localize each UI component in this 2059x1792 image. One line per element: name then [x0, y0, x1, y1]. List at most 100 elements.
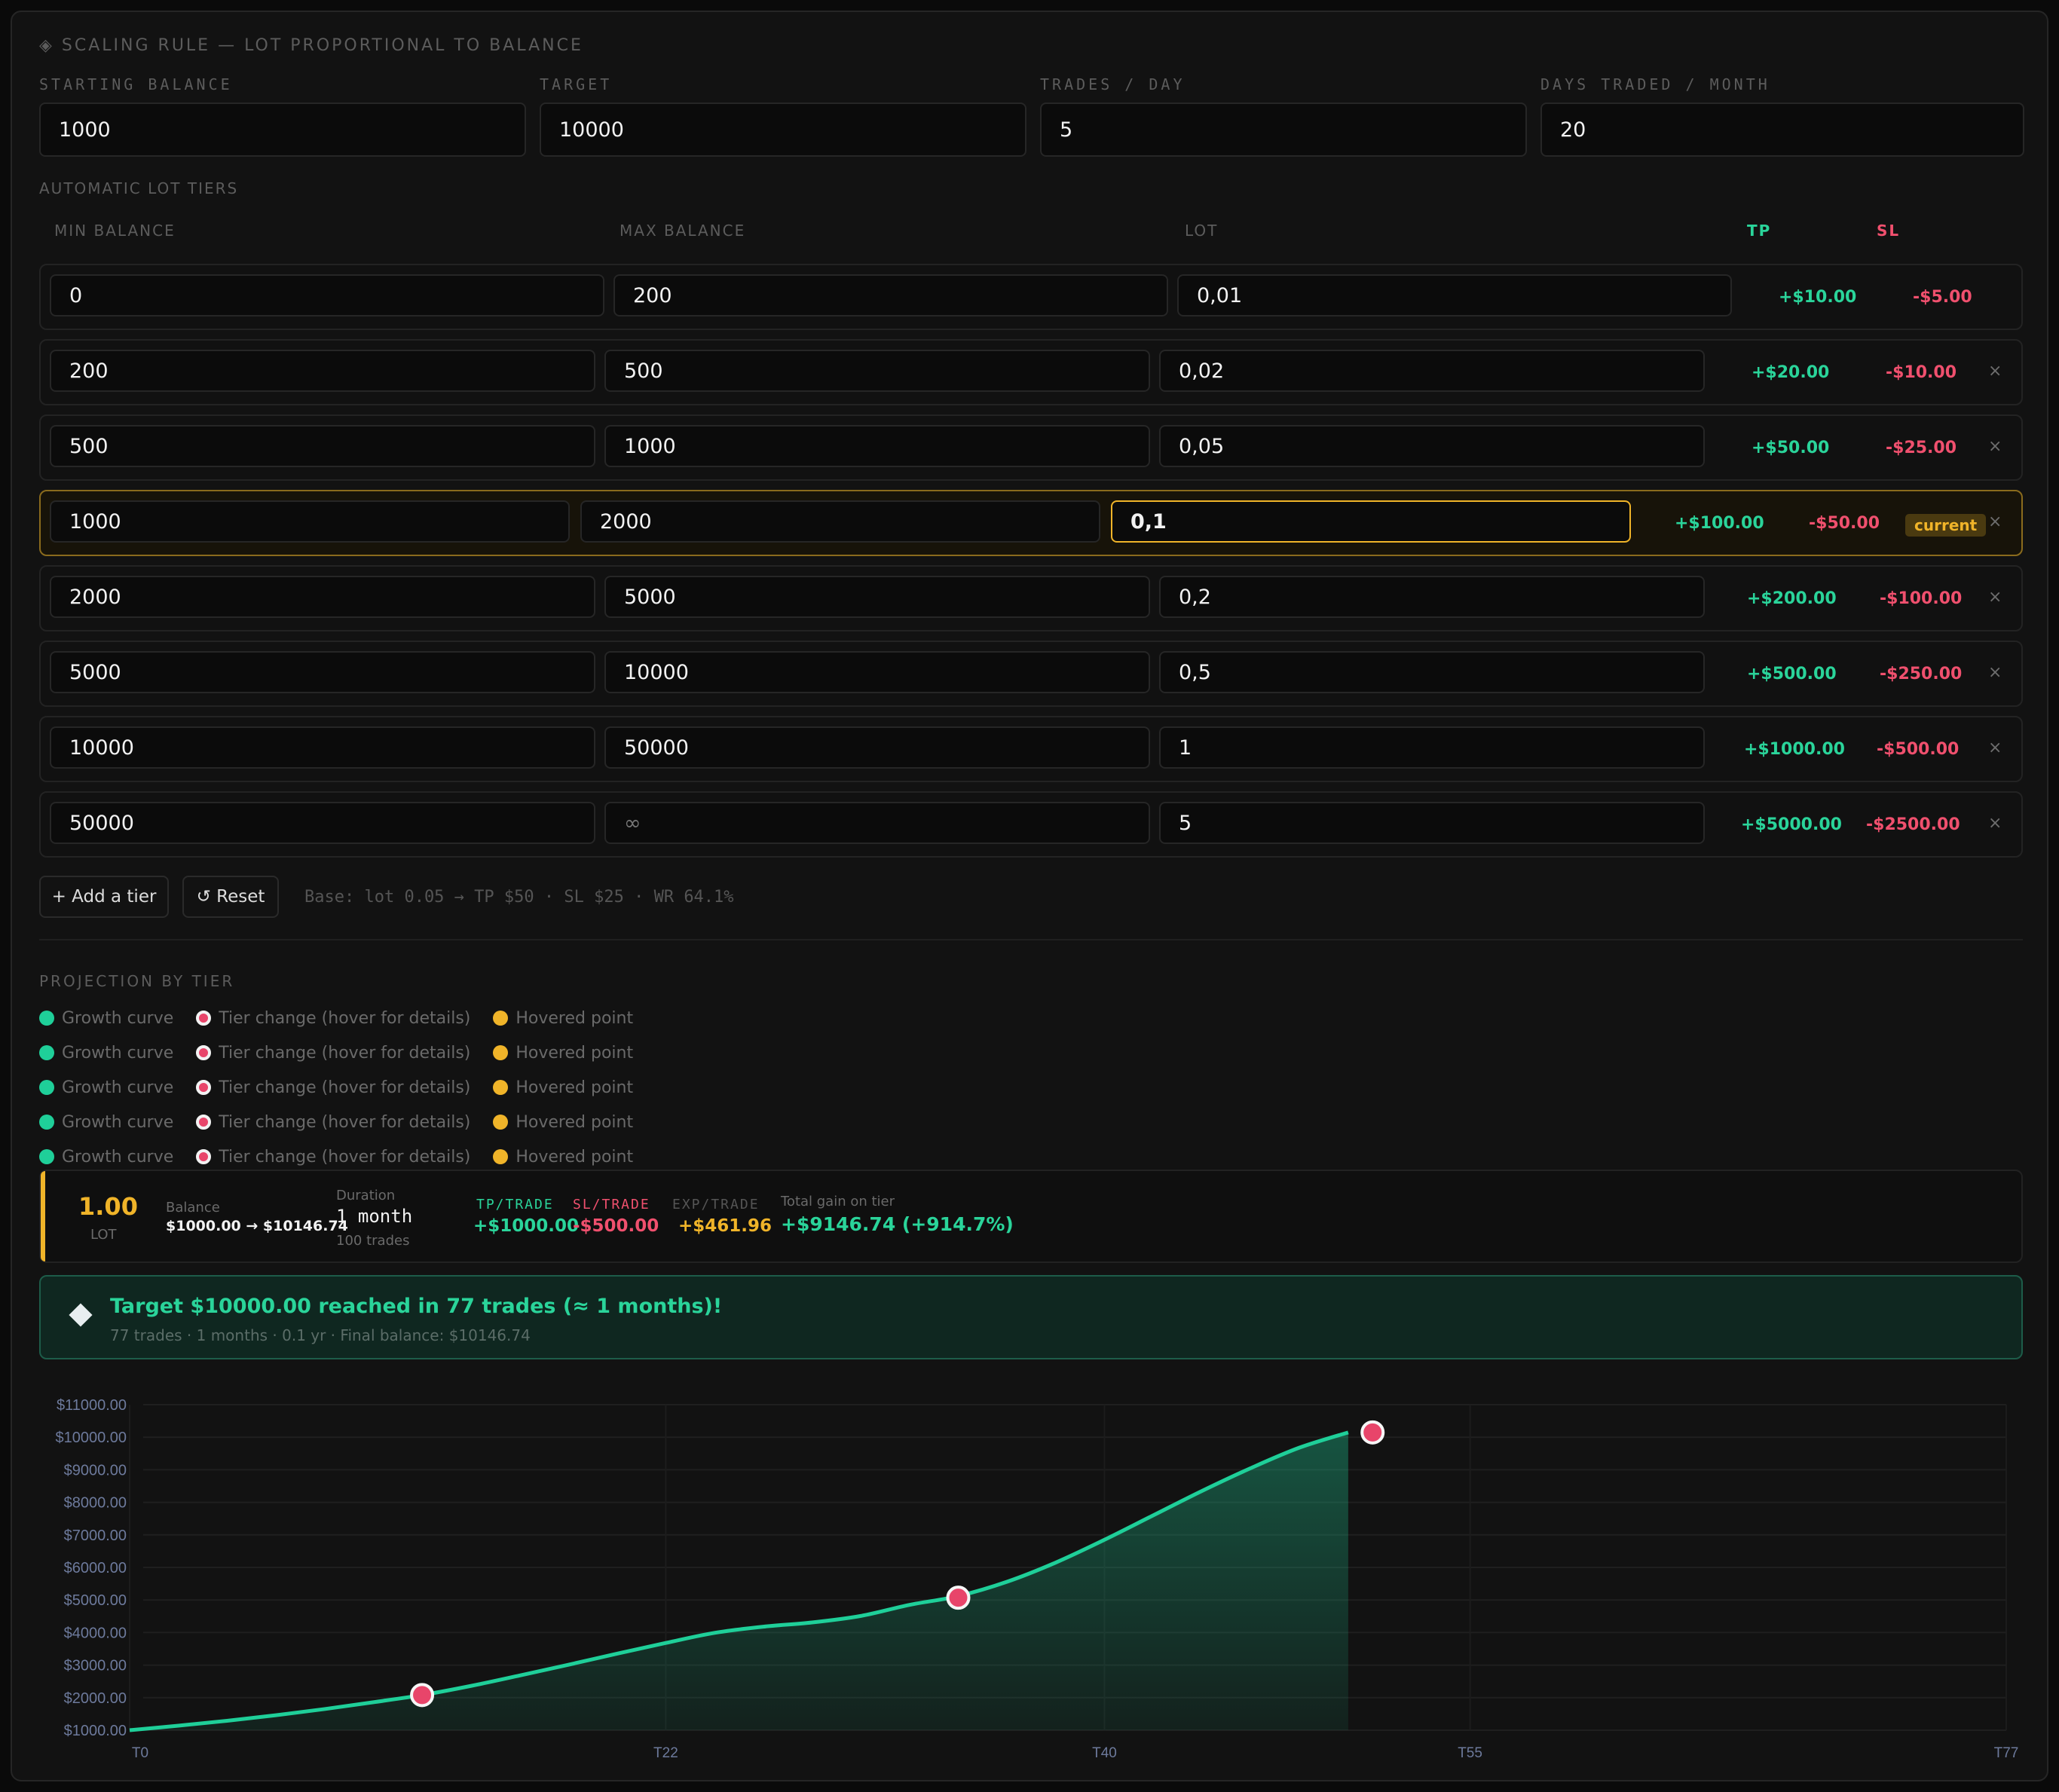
gain-label: Total gain on tier [781, 1194, 895, 1209]
y-tick-label: $6000.00 [64, 1560, 127, 1576]
legend-row: Growth curve Tier change (hover for detai… [39, 1111, 656, 1133]
tier-lot-input[interactable]: 0,02 [1159, 350, 1705, 392]
legend-dot-icon [196, 1080, 212, 1095]
tier-max-input[interactable]: 50000 [604, 726, 1150, 769]
delete-tier-button[interactable]: × [1988, 437, 2002, 456]
starting-balance-input[interactable]: 1000 [39, 102, 526, 157]
legend-dot-icon [39, 1045, 54, 1060]
tier-max-input[interactable]: 10000 [604, 651, 1150, 693]
growth-curve-legend[interactable]: Growth curve [39, 1148, 173, 1167]
scaling-panel: ◈ SCALING RULE — LOT PROPORTIONAL TO BAL… [11, 11, 2048, 1781]
delete-tier-button[interactable]: × [1988, 362, 2002, 381]
trades-per-day-label: TRADES / DAY [1040, 75, 1186, 93]
section-title: ◈ SCALING RULE — LOT PROPORTIONAL TO BAL… [39, 36, 583, 55]
legend-row: Growth curve Tier change (hover for detai… [39, 1145, 656, 1168]
tier-min-input[interactable]: 0 [50, 274, 604, 317]
legend-label: Tier change (hover for details) [219, 1112, 471, 1132]
y-tick-label: $10000.00 [55, 1430, 127, 1446]
duration-sub: 100 trades [336, 1233, 410, 1249]
tier-min-input[interactable]: 10000 [50, 726, 595, 769]
hovered-point-legend[interactable]: Hovered point [493, 1148, 633, 1167]
target-input[interactable]: 10000 [540, 102, 1026, 157]
banner-subtitle: 77 trades · 1 months · 0.1 yr · Final ba… [110, 1326, 531, 1344]
delete-tier-button[interactable]: × [1988, 663, 2002, 682]
add-tier-button[interactable]: + Add a tier [39, 876, 169, 918]
tier-max-input[interactable]: 200 [613, 274, 1168, 317]
tier-tp-value: +$1000.00 [1744, 740, 1845, 759]
legend-label: Growth curve [62, 1112, 174, 1132]
tp-trade-value: +$1000.00 [473, 1216, 580, 1236]
legend-label: Hovered point [516, 1112, 634, 1132]
delete-tier-button[interactable]: × [1988, 814, 2002, 833]
exp-trade-value: +$461.96 [678, 1216, 773, 1236]
lot-header: LOT [1185, 222, 1219, 240]
tier-change-legend[interactable]: Tier change (hover for details) [196, 1044, 470, 1063]
tier-lot-input[interactable]: 5 [1159, 802, 1705, 844]
legend-dot-icon [196, 1011, 212, 1026]
hovered-point-legend[interactable]: Hovered point [493, 1078, 633, 1097]
growth-curve-legend[interactable]: Growth curve [39, 1078, 173, 1097]
tier-min-input[interactable]: 500 [50, 425, 595, 467]
tier-sl-value: -$2500.00 [1866, 815, 1960, 834]
reset-button[interactable]: ↺ Reset [182, 876, 279, 918]
legend-label: Hovered point [516, 1078, 634, 1097]
tier-lot-input[interactable]: 0,05 [1159, 425, 1705, 467]
tier-lot-input[interactable]: 1 [1159, 726, 1705, 769]
accent-bar [41, 1171, 45, 1261]
hovered-point-legend[interactable]: Hovered point [493, 1044, 633, 1063]
gain-value: +$9146.74 (+914.7%) [781, 1213, 1014, 1235]
duration-value: 1 month [336, 1206, 413, 1227]
sl-header: SL [1877, 222, 1901, 240]
y-tick-label: $3000.00 [64, 1658, 127, 1674]
legend-label: Hovered point [516, 1043, 634, 1063]
delete-tier-button[interactable]: × [1988, 739, 2002, 757]
legend-label: Growth curve [62, 1008, 174, 1028]
tier-min-input[interactable]: 200 [50, 350, 595, 392]
tier-change-legend[interactable]: Tier change (hover for details) [196, 1113, 470, 1132]
tier-max-input[interactable]: 500 [604, 350, 1150, 392]
growth-area [130, 1432, 1348, 1730]
legend-row: Growth curve Tier change (hover for detai… [39, 1041, 656, 1064]
trades-per-day-input[interactable]: 5 [1040, 102, 1527, 157]
delete-tier-button[interactable]: × [1988, 588, 2002, 607]
y-tick-label: $1000.00 [64, 1723, 127, 1739]
legend-dot-icon [493, 1080, 509, 1095]
tiers-title: AUTOMATIC LOT TIERS [39, 179, 239, 197]
tier-max-input[interactable]: ∞ [604, 802, 1150, 844]
y-tick-label: $2000.00 [64, 1690, 127, 1707]
tier-lot-input-focused[interactable]: 0,1 [1111, 500, 1631, 543]
tier-min-input[interactable]: 50000 [50, 802, 595, 844]
legend-dot-icon [39, 1149, 54, 1164]
tier-sl-value: -$500.00 [1877, 740, 1960, 759]
delete-tier-button[interactable]: × [1988, 512, 2002, 531]
growth-curve-legend[interactable]: Growth curve [39, 1044, 173, 1063]
tier-max-input[interactable]: 1000 [604, 425, 1150, 467]
tier-tp-value: +$20.00 [1752, 363, 1830, 382]
legend-label: Tier change (hover for details) [219, 1043, 471, 1063]
current-tier-badge: current [1905, 514, 1987, 537]
legend-label: Hovered point [516, 1008, 634, 1028]
tier-min-input[interactable]: 2000 [50, 576, 595, 618]
tier-lot-input[interactable]: 0,01 [1177, 274, 1732, 317]
x-tick-label: T55 [1458, 1745, 1482, 1761]
tier-change-legend[interactable]: Tier change (hover for details) [196, 1148, 470, 1167]
growth-curve-legend[interactable]: Growth curve [39, 1113, 173, 1132]
hovered-point-legend[interactable]: Hovered point [493, 1009, 633, 1028]
tier-max-input[interactable]: 2000 [580, 500, 1100, 543]
tier-row: 0 200 0,01 +$10.00 -$5.00 [39, 264, 2023, 330]
legend-label: Tier change (hover for details) [219, 1147, 471, 1167]
target-label: TARGET [540, 75, 613, 93]
tier-max-input[interactable]: 5000 [604, 576, 1150, 618]
tier-lot-input[interactable]: 0,2 [1159, 576, 1705, 618]
tier-min-input[interactable]: 1000 [50, 500, 570, 543]
exp-trade-label: EXP/TRADE [672, 1197, 760, 1213]
growth-curve-legend[interactable]: Growth curve [39, 1009, 173, 1028]
tier-detail-card: 1.00 LOT Balance $1000.00 → $10146.74 Du… [39, 1170, 2023, 1263]
tier-change-legend[interactable]: Tier change (hover for details) [196, 1009, 470, 1028]
tier-lot-input[interactable]: 0,5 [1159, 651, 1705, 693]
days-traded-input[interactable]: 20 [1540, 102, 2024, 157]
duration-label: Duration [336, 1188, 396, 1203]
hovered-point-legend[interactable]: Hovered point [493, 1113, 633, 1132]
tier-change-legend[interactable]: Tier change (hover for details) [196, 1078, 470, 1097]
tier-min-input[interactable]: 5000 [50, 651, 595, 693]
